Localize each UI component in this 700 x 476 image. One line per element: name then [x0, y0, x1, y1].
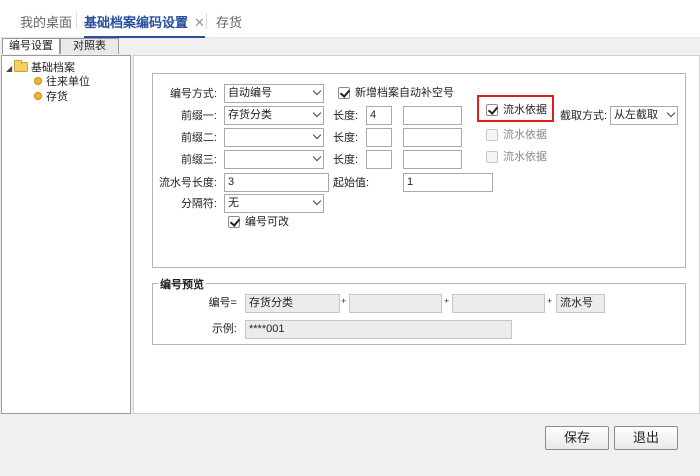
- prefix3-select[interactable]: [224, 150, 324, 169]
- start-value-label: 起始值:: [333, 177, 370, 189]
- tab-label: 对照表: [73, 40, 106, 52]
- separator-label: 分隔符:: [180, 198, 217, 210]
- preview-part2: [349, 294, 442, 313]
- serial-basis3-label: 流水依据: [503, 151, 547, 163]
- prefix2-label: 前缀二:: [180, 132, 217, 144]
- select-value: 从左截取: [614, 109, 658, 121]
- preview-part1: 存货分类: [245, 294, 340, 313]
- length3-input[interactable]: [366, 150, 392, 169]
- tab-inventory[interactable]: 存货: [216, 12, 242, 36]
- prefix1-label: 前缀一:: [180, 110, 217, 122]
- length1-label: 长度:: [333, 110, 359, 122]
- chevron-down-icon: [312, 86, 322, 96]
- separator-select[interactable]: 无: [224, 194, 324, 213]
- prefix3-extra-input[interactable]: [403, 150, 462, 169]
- plus-sign: +: [547, 296, 553, 306]
- tab-lookup-table[interactable]: 对照表: [60, 38, 119, 54]
- tab-divider: [76, 13, 77, 29]
- chevron-down-icon: [312, 108, 322, 118]
- top-tab-bar: 我的桌面 基础档案编码设置 ✕ 存货: [0, 0, 700, 38]
- serial-basis3-checkbox[interactable]: [486, 151, 498, 163]
- close-icon[interactable]: ✕: [194, 15, 205, 30]
- tab-label: 存货: [216, 15, 243, 30]
- plus-sign: +: [444, 296, 450, 306]
- prefix1-extra-input[interactable]: [403, 106, 462, 125]
- tree-node-root[interactable]: ◢ 基础档案: [6, 60, 75, 76]
- example-value: ****001: [245, 320, 512, 339]
- auto-fill-gaps-checkbox[interactable]: [338, 87, 350, 99]
- cut-mode-select[interactable]: 从左截取: [610, 106, 678, 125]
- serial-basis2-label: 流水依据: [503, 129, 547, 141]
- preview-serial: 流水号: [556, 294, 605, 313]
- exit-button[interactable]: 退出: [614, 426, 678, 450]
- sub-tab-bar: 编号设置 对照表: [0, 38, 700, 54]
- auto-fill-gaps-label: 新增档案自动补空号: [355, 87, 454, 99]
- code-formula-label: 编号=: [208, 297, 237, 309]
- select-value: 无: [228, 197, 239, 209]
- numbering-mode-label: 编号方式:: [169, 88, 217, 100]
- length3-label: 长度:: [333, 154, 359, 166]
- prefix3-label: 前缀三:: [180, 154, 217, 166]
- tree-node-partner[interactable]: 往来单位: [34, 75, 90, 89]
- code-editable-checkbox[interactable]: [228, 216, 240, 228]
- chevron-down-icon: [666, 108, 676, 118]
- serial-length-input[interactable]: 3: [224, 173, 329, 192]
- folder-icon: [14, 60, 28, 72]
- tab-divider: [206, 13, 207, 29]
- tab-label: 编号设置: [9, 40, 53, 52]
- prefix1-select[interactable]: 存货分类: [224, 106, 324, 125]
- length1-input[interactable]: 4: [366, 106, 392, 125]
- tab-numbering-settings[interactable]: 编号设置: [2, 38, 60, 54]
- prefix2-extra-input[interactable]: [403, 128, 462, 147]
- length2-label: 长度:: [333, 132, 359, 144]
- example-label: 示例:: [211, 323, 237, 335]
- serial-basis2-checkbox[interactable]: [486, 129, 498, 141]
- start-value-input[interactable]: 1: [403, 173, 493, 192]
- tree-node-label: 存货: [46, 91, 68, 103]
- serial-length-label: 流水号长度:: [158, 177, 217, 189]
- leaf-node-icon: [34, 77, 42, 85]
- plus-sign: +: [341, 296, 347, 306]
- chevron-down-icon: [312, 196, 322, 206]
- tree-node-label: 往来单位: [46, 76, 90, 88]
- tree-node-inventory[interactable]: 存货: [34, 90, 68, 104]
- select-value: 自动编号: [228, 87, 272, 99]
- code-preview-legend: 编号预览: [158, 276, 206, 292]
- tab-label: 我的桌面: [20, 15, 73, 30]
- cut-mode-label: 截取方式:: [560, 110, 608, 122]
- tab-coding-settings[interactable]: 基础档案编码设置 ✕: [84, 12, 205, 38]
- save-button[interactable]: 保存: [545, 426, 609, 450]
- archive-tree: ◢ 基础档案 往来单位 存货: [1, 55, 131, 414]
- chevron-down-icon: [312, 130, 322, 140]
- prefix2-select[interactable]: [224, 128, 324, 147]
- select-value: 存货分类: [228, 109, 272, 121]
- collapse-icon[interactable]: ◢: [6, 62, 14, 76]
- tree-node-label: 基础档案: [31, 62, 75, 74]
- tab-label: 基础档案编码设置: [84, 15, 189, 30]
- tab-my-desktop[interactable]: 我的桌面: [20, 12, 72, 36]
- leaf-node-icon: [34, 92, 42, 100]
- highlight-box: [477, 95, 554, 122]
- numbering-mode-select[interactable]: 自动编号: [224, 84, 324, 103]
- preview-part3: [452, 294, 545, 313]
- code-editable-label: 编号可改: [245, 216, 289, 228]
- chevron-down-icon: [312, 152, 322, 162]
- length2-input[interactable]: [366, 128, 392, 147]
